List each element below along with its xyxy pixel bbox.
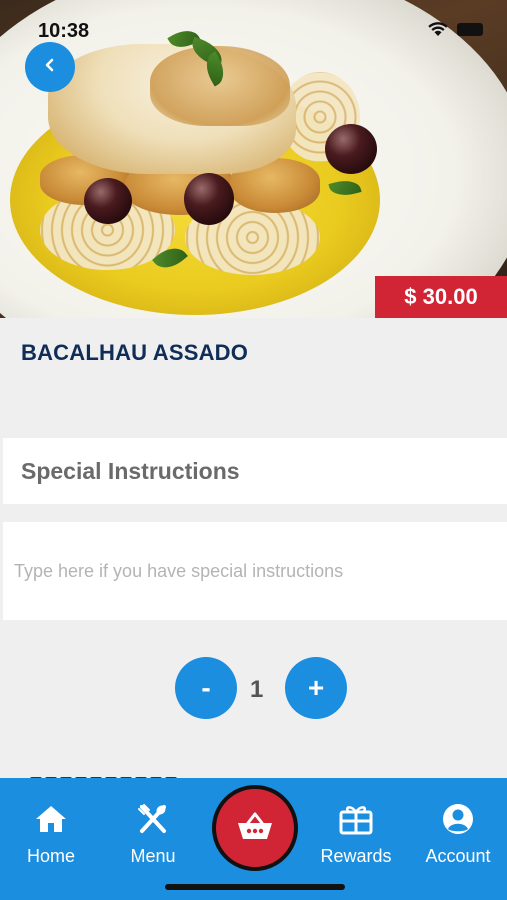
quantity-increase-button[interactable]: + bbox=[285, 657, 347, 719]
chevron-left-icon bbox=[42, 57, 58, 78]
status-bar: 10:38 bbox=[0, 0, 507, 60]
special-instructions-header: Special Instructions bbox=[3, 438, 507, 504]
home-indicator bbox=[165, 884, 345, 890]
tab-menu-label: Menu bbox=[130, 846, 176, 866]
tab-home-label: Home bbox=[26, 846, 75, 866]
dish-title: BACALHAU ASSADO bbox=[21, 340, 249, 365]
olive-shape bbox=[325, 124, 377, 174]
special-instructions-input[interactable] bbox=[3, 522, 507, 620]
olive-shape bbox=[184, 173, 234, 225]
cart-button[interactable] bbox=[212, 785, 298, 871]
tab-account[interactable]: Account bbox=[408, 778, 507, 878]
quantity-decrease-button[interactable]: - bbox=[175, 657, 237, 719]
user-circle-icon bbox=[442, 802, 474, 836]
tab-account-label: Account bbox=[425, 846, 491, 866]
battery-icon bbox=[457, 23, 483, 36]
quantity-value: 1 bbox=[250, 676, 264, 703]
tab-rewards-label: Rewards bbox=[320, 846, 392, 866]
tab-home[interactable]: Home bbox=[1, 778, 101, 878]
gift-card-icon bbox=[339, 802, 373, 836]
home-icon bbox=[35, 802, 67, 836]
basket-icon bbox=[236, 810, 274, 847]
wifi-icon bbox=[428, 22, 448, 42]
price-tag: $ 30.00 bbox=[375, 276, 507, 318]
back-button[interactable] bbox=[25, 42, 75, 92]
special-instructions-heading: Special Instructions bbox=[21, 457, 240, 484]
status-time: 10:38 bbox=[38, 20, 90, 42]
olive-shape bbox=[84, 178, 132, 224]
fork-knife-icon bbox=[137, 802, 169, 836]
tab-rewards[interactable]: Rewards bbox=[306, 778, 406, 878]
tab-menu[interactable]: Menu bbox=[103, 778, 203, 878]
